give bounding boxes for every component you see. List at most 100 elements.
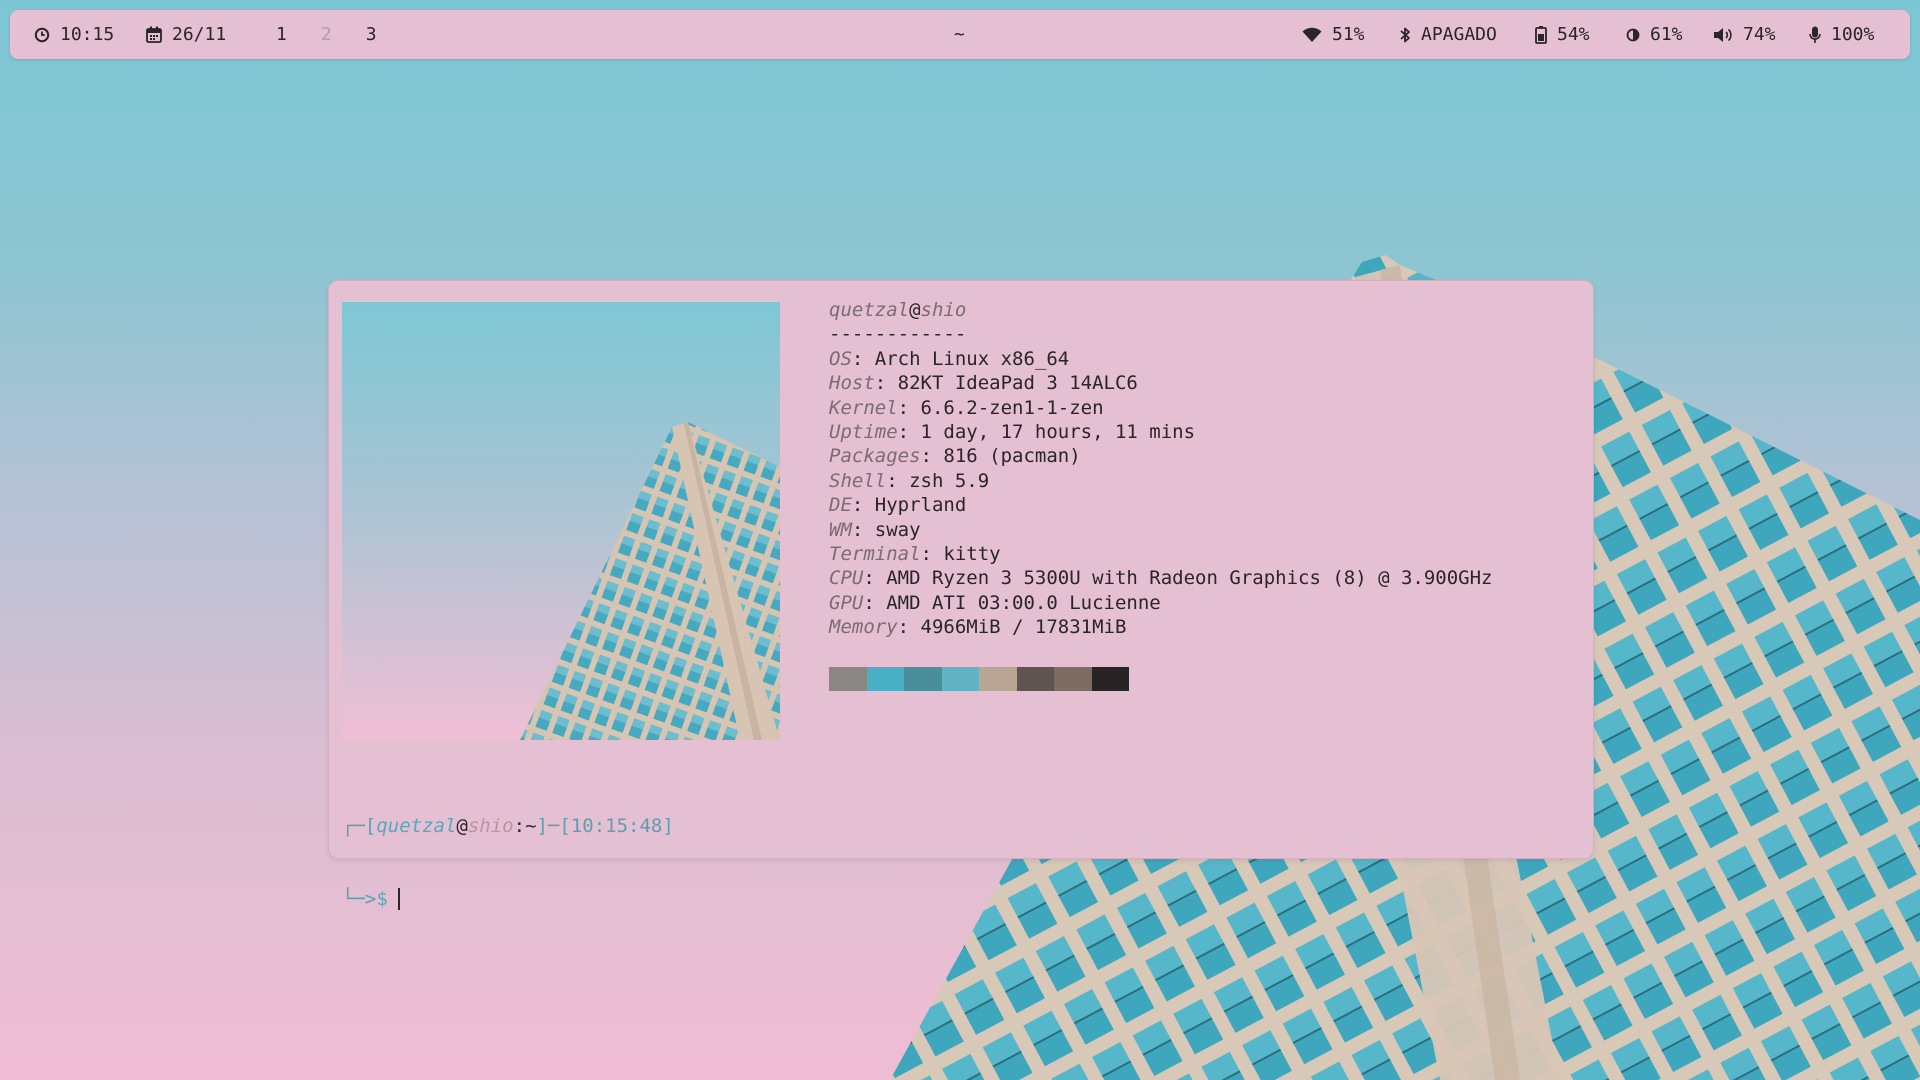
fetch-value: : Arch Linux x86_64 [851,347,1070,370]
fetch-title: quetzal@shio [829,298,1492,322]
calendar-icon [146,26,162,43]
fetch-key: OS [829,347,852,370]
microphone-icon [1809,26,1821,43]
workspace-3[interactable]: 3 [366,24,377,45]
fetch-separator: ------------ [829,323,967,346]
fetch-key: Memory [829,616,898,639]
palette-swatch [829,667,867,691]
fetch-row-host: Host: 82KT IdeaPad 3 14ALC6 [829,371,1492,395]
fetch-row-packages: Packages: 816 (pacman) [829,444,1492,468]
prompt-dollar: $ [376,888,388,911]
fetch-image [342,302,780,740]
clock-module[interactable]: 10:15 [34,10,114,59]
fetch-row-gpu: GPU: AMD ATI 03:00.0 Lucienne [829,591,1492,615]
prompt-user: quetzal [376,814,457,837]
fetch-row-memory: Memory: 4966MiB / 17831MiB [829,615,1492,639]
fetch-key: CPU [829,567,864,590]
fetch-row-uptime: Uptime: 1 day, 17 hours, 11 mins [829,420,1492,444]
brightness-level: 61% [1650,24,1683,45]
workspace-switcher: 1 2 3 [276,10,377,59]
wifi-module[interactable]: 51% [1302,10,1365,59]
palette-swatch [979,667,1017,691]
fetch-user: quetzal [829,299,910,321]
fetch-at: @ [909,299,921,321]
clock-time: 10:15 [60,24,115,45]
bluetooth-icon [1400,27,1410,42]
fetch-key: Shell [829,469,887,492]
prompt-line-1: ┌─[quetzal @ shio: ~]─[10:15:48] [342,814,674,838]
prompt-line-2: └─> $ [342,887,674,911]
wifi-icon [1302,27,1322,42]
battery-icon [1535,25,1547,44]
fetch-key: Uptime [829,420,898,443]
prompt-time: 10:15:48 [570,814,663,837]
palette-swatch [1091,667,1129,691]
fetch-value: : 4966MiB / 17831MiB [897,616,1127,639]
window-title: ~ [954,10,965,59]
fetch-key: GPU [829,591,864,614]
bluetooth-module[interactable]: APAGADO [1399,10,1497,59]
prompt-frame-close: ] [662,814,674,837]
text-cursor[interactable] [397,888,400,911]
prompt-frame-mid: ]─[ [536,814,571,837]
palette-swatch [1016,667,1054,691]
kitty-terminal-window[interactable]: quetzal@shio ------------ OS: Arch Linux… [328,280,1594,911]
fetch-row-kernel: Kernel: 6.6.2-zen1-1-zen [829,396,1492,420]
fetch-value: : 816 (pacman) [920,445,1081,468]
bluetooth-status: APAGADO [1421,24,1497,45]
shell-prompt[interactable]: ┌─[quetzal @ shio: ~]─[10:15:48] └─> $ [342,765,674,960]
fetch-host: shio [920,299,967,321]
fetch-key: DE [829,494,852,517]
palette-swatch [941,667,979,691]
fetch-value: : sway [851,518,921,541]
fetch-key: WM [829,518,852,541]
fetch-row-wm: WM: sway [829,518,1492,542]
volume-icon [1714,27,1732,42]
fetch-row-os: OS: Arch Linux x86_64 [829,347,1492,371]
neofetch-info: quetzal@shio ------------ OS: Arch Linux… [829,298,1492,639]
clock-icon [34,27,50,42]
fetch-value: : zsh 5.9 [886,469,990,492]
color-palette [829,667,1129,691]
workspace-1[interactable]: 1 [276,24,287,45]
active-window-title: ~ [954,24,965,45]
fetch-value: : 1 day, 17 hours, 11 mins [897,420,1196,443]
prompt-path: ~ [525,814,537,837]
building-thumbnail [342,302,780,740]
fetch-key: Kernel [829,396,898,419]
battery-module[interactable]: 54% [1535,10,1590,59]
brightness-icon [1626,28,1640,41]
fetch-value: : AMD Ryzen 3 5300U with Radeon Graphics… [863,567,1493,590]
volume-module[interactable]: 74% [1713,10,1776,59]
fetch-value: : kitty [920,542,1001,565]
fetch-key: Packages [829,445,921,468]
fetch-key: Host [829,372,875,395]
fetch-value: : AMD ATI 03:00.0 Lucienne [863,591,1161,614]
date-text: 26/11 [172,24,227,45]
prompt-host: shio [467,814,514,837]
palette-swatch [904,667,942,691]
prompt-frame-open: ┌─[ [342,814,377,837]
prompt-at: @ [456,814,468,837]
fetch-row-shell: Shell: zsh 5.9 [829,469,1492,493]
fetch-value: : Hyprland [851,494,967,517]
date-module[interactable]: 26/11 [146,10,226,59]
fetch-row-cpu: CPU: AMD Ryzen 3 5300U with Radeon Graph… [829,566,1492,590]
fetch-value: : 82KT IdeaPad 3 14ALC6 [874,372,1138,395]
prompt-sep: : [513,814,526,837]
palette-swatch [1054,667,1092,691]
battery-level: 54% [1557,24,1590,45]
wifi-strength: 51% [1332,24,1365,45]
fetch-key: Terminal [829,542,921,565]
palette-swatch [866,667,904,691]
fetch-value: : 6.6.2-zen1-1-zen [897,396,1104,419]
fetch-row-de: DE: Hyprland [829,493,1492,517]
brightness-module[interactable]: 61% [1626,10,1683,59]
mic-level: 100% [1831,24,1875,45]
top-status-bar: 10:15 26/11 1 2 3 ~ 51% APAGADO 54% 61% … [10,10,1910,59]
mic-module[interactable]: 100% [1809,10,1874,59]
fetch-row-terminal: Terminal: kitty [829,542,1492,566]
volume-level: 74% [1743,24,1776,45]
workspace-2[interactable]: 2 [321,24,332,45]
prompt-corner: └─> [342,888,377,911]
